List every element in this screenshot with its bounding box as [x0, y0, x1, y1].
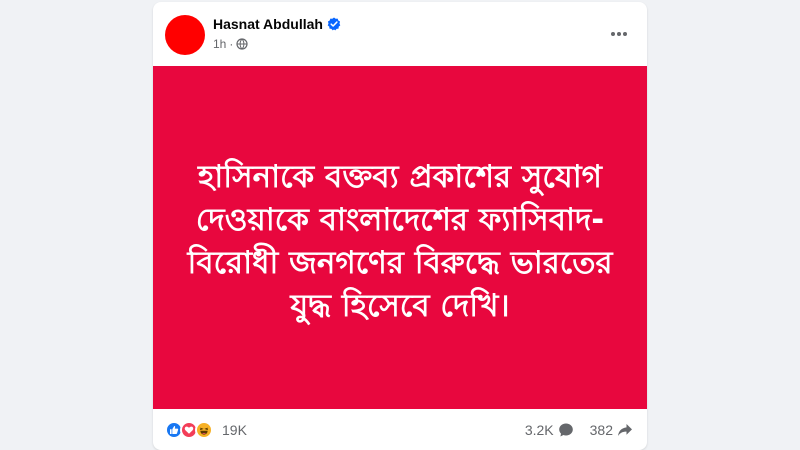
post-footer: 19K 3.2K 382 [153, 409, 647, 450]
post-media[interactable]: হাসিনাকে বক্তব্য প্রকাশের সুযোগ দেওয়াকে… [153, 66, 647, 409]
share-icon [618, 423, 632, 436]
author-line: Hasnat Abdullah [213, 16, 341, 32]
more-horizontal-icon [611, 32, 627, 36]
post-text: হাসিনাকে বক্তব্য প্রকাশের সুযোগ দেওয়াকে… [187, 158, 613, 324]
post-header: Hasnat Abdullah 1h · [153, 2, 647, 66]
engagement-stats: 3.2K 382 [525, 422, 633, 438]
post-meta: 1h · [213, 37, 248, 51]
avatar[interactable] [165, 15, 205, 55]
reactions-summary[interactable]: 19K [165, 420, 247, 439]
more-options-button[interactable] [605, 20, 633, 48]
post-card: Hasnat Abdullah 1h · হাসিনাকে বক্তব্য প্… [153, 2, 647, 450]
reaction-icons [165, 420, 213, 439]
verified-badge-icon [327, 17, 341, 31]
reaction-count: 19K [222, 421, 247, 438]
post-timestamp[interactable]: 1h [213, 37, 226, 51]
comment-icon [558, 423, 573, 436]
haha-icon [195, 420, 213, 439]
globe-icon [236, 38, 248, 50]
share-count: 382 [589, 421, 613, 438]
meta-separator: · [229, 37, 234, 51]
comment-count: 3.2K [524, 421, 554, 438]
comments-count-button[interactable]: 3.2K [525, 422, 574, 438]
shares-count-button[interactable]: 382 [590, 422, 633, 438]
author-name[interactable]: Hasnat Abdullah [213, 16, 323, 32]
